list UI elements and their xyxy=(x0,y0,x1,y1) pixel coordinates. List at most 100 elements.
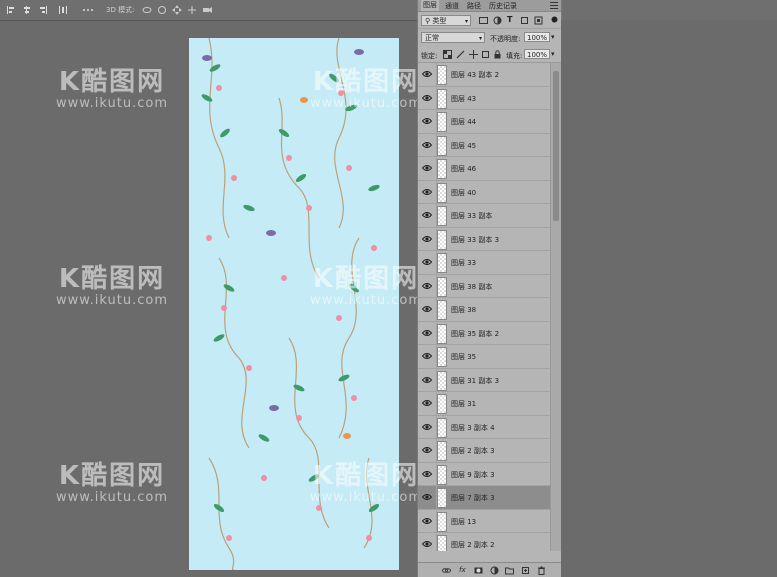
layer-name[interactable]: 图层 31 xyxy=(451,399,476,409)
layer-name[interactable]: 图层 2 副本 2 xyxy=(451,540,495,550)
pixel-filter-icon[interactable] xyxy=(479,16,488,25)
tab-history[interactable]: 历史记录 xyxy=(489,1,517,11)
layer-row[interactable]: 图层 45 xyxy=(418,133,550,157)
layer-row[interactable]: 图层 33 副本 xyxy=(418,204,550,228)
layer-row[interactable]: 图层 7 副本 3 xyxy=(418,486,550,510)
eye-icon[interactable] xyxy=(421,70,433,78)
opacity-field[interactable]: 100% xyxy=(524,32,550,42)
eye-icon[interactable] xyxy=(421,305,433,313)
eye-icon[interactable] xyxy=(421,352,433,360)
align-right-icon[interactable] xyxy=(38,5,48,15)
chevron-down-icon[interactable]: ▾ xyxy=(551,50,555,58)
layer-name[interactable]: 图层 7 副本 3 xyxy=(451,493,495,503)
eye-icon[interactable] xyxy=(421,141,433,149)
layer-row[interactable]: 图层 35 xyxy=(418,345,550,369)
layer-name[interactable]: 图层 38 xyxy=(451,305,476,315)
layer-thumbnail[interactable] xyxy=(437,370,447,391)
layer-thumbnail[interactable] xyxy=(437,535,447,551)
layer-thumbnail[interactable] xyxy=(437,464,447,485)
layer-row[interactable]: 图层 38 副本 xyxy=(418,274,550,298)
shape-filter-icon[interactable] xyxy=(520,16,529,25)
layer-name[interactable]: 图层 45 xyxy=(451,141,476,151)
layer-name[interactable]: 图层 43 副本 2 xyxy=(451,70,499,80)
layer-thumbnail[interactable] xyxy=(437,112,447,132)
layer-row[interactable]: 图层 2 副本 2 xyxy=(418,533,550,551)
eye-icon[interactable] xyxy=(421,329,433,337)
adjustment-filter-icon[interactable] xyxy=(493,16,502,25)
layer-name[interactable]: 图层 3 副本 4 xyxy=(451,423,495,433)
eye-icon[interactable] xyxy=(421,235,433,243)
lock-transparent-icon[interactable] xyxy=(443,50,452,59)
layer-thumbnail[interactable] xyxy=(437,511,447,532)
scrollbar-thumb[interactable] xyxy=(553,71,559,221)
slide-icon[interactable] xyxy=(187,5,197,15)
layer-name[interactable]: 图层 2 副本 3 xyxy=(451,446,495,456)
eye-icon[interactable] xyxy=(421,164,433,172)
layer-row[interactable]: 图层 33 副本 3 xyxy=(418,227,550,251)
layer-row[interactable]: 图层 31 xyxy=(418,392,550,416)
type-filter-icon[interactable]: T xyxy=(507,15,516,24)
group-icon[interactable] xyxy=(505,566,514,575)
align-left-icon[interactable] xyxy=(6,5,16,15)
layer-row[interactable]: 图层 43 xyxy=(418,86,550,110)
eye-icon[interactable] xyxy=(421,188,433,196)
eye-icon[interactable] xyxy=(421,423,433,431)
tab-channels[interactable]: 通道 xyxy=(445,1,459,11)
layer-thumbnail[interactable] xyxy=(437,276,447,297)
panel-menu-icon[interactable] xyxy=(550,1,558,9)
camera-icon[interactable] xyxy=(202,5,212,15)
layer-row[interactable]: 图层 38 xyxy=(418,298,550,322)
layer-row[interactable]: 图层 43 副本 2 xyxy=(418,63,550,87)
eye-icon[interactable] xyxy=(421,493,433,501)
layer-row[interactable]: 图层 2 副本 3 xyxy=(418,439,550,463)
layer-row[interactable]: 图层 31 副本 3 xyxy=(418,368,550,392)
eye-icon[interactable] xyxy=(421,258,433,266)
document-canvas[interactable] xyxy=(189,38,399,570)
layer-thumbnail[interactable] xyxy=(437,159,447,179)
align-center-icon[interactable] xyxy=(22,5,32,15)
adjustment-icon[interactable] xyxy=(490,566,499,575)
layer-name[interactable]: 图层 9 副本 3 xyxy=(451,470,495,480)
layer-thumbnail[interactable] xyxy=(437,488,447,508)
layer-thumbnail[interactable] xyxy=(437,253,447,273)
layer-name[interactable]: 图层 33 副本 3 xyxy=(451,235,499,245)
layer-row[interactable]: 图层 3 副本 4 xyxy=(418,415,550,439)
layer-name[interactable]: 图层 13 xyxy=(451,517,476,527)
eye-icon[interactable] xyxy=(421,94,433,102)
lock-pixels-icon[interactable] xyxy=(456,50,465,59)
layer-name[interactable]: 图层 46 xyxy=(451,164,476,174)
layer-row[interactable]: 图层 46 xyxy=(418,157,550,181)
filter-toggle-icon[interactable] xyxy=(550,15,559,24)
layer-thumbnail[interactable] xyxy=(437,229,447,250)
eye-icon[interactable] xyxy=(421,517,433,525)
layer-thumbnail[interactable] xyxy=(437,347,447,367)
fx-icon[interactable]: fx xyxy=(459,566,468,575)
layer-name[interactable]: 图层 35 xyxy=(451,352,476,362)
layer-row[interactable]: 图层 13 xyxy=(418,509,550,533)
eye-icon[interactable] xyxy=(421,540,433,548)
layer-row[interactable]: 图层 40 xyxy=(418,180,550,204)
layer-thumbnail[interactable] xyxy=(437,206,447,226)
chevron-down-icon[interactable]: ▾ xyxy=(551,33,555,41)
layer-row[interactable]: 图层 35 副本 2 xyxy=(418,321,550,345)
smart-object-filter-icon[interactable] xyxy=(534,16,543,25)
eye-icon[interactable] xyxy=(421,470,433,478)
layer-thumbnail[interactable] xyxy=(437,135,447,156)
lock-position-icon[interactable] xyxy=(469,50,478,59)
layer-thumbnail[interactable] xyxy=(437,88,447,109)
blend-mode-select[interactable]: 正常 ▾ xyxy=(421,32,485,43)
layer-thumbnail[interactable] xyxy=(437,300,447,320)
layer-name[interactable]: 图层 33 副本 xyxy=(451,211,492,221)
layer-name[interactable]: 图层 31 副本 3 xyxy=(451,376,499,386)
layer-thumbnail[interactable] xyxy=(437,323,447,344)
eye-icon[interactable] xyxy=(421,211,433,219)
orbit-icon[interactable] xyxy=(142,5,152,15)
more-icon[interactable] xyxy=(82,5,93,15)
filter-select[interactable]: ⚲ 类型 ▾ xyxy=(421,15,471,26)
eye-icon[interactable] xyxy=(421,376,433,384)
pan-icon[interactable] xyxy=(172,5,182,15)
layer-row[interactable]: 图层 33 xyxy=(418,251,550,275)
layer-thumbnail[interactable] xyxy=(437,441,447,461)
layer-name[interactable]: 图层 35 副本 2 xyxy=(451,329,499,339)
layer-name[interactable]: 图层 33 xyxy=(451,258,476,268)
